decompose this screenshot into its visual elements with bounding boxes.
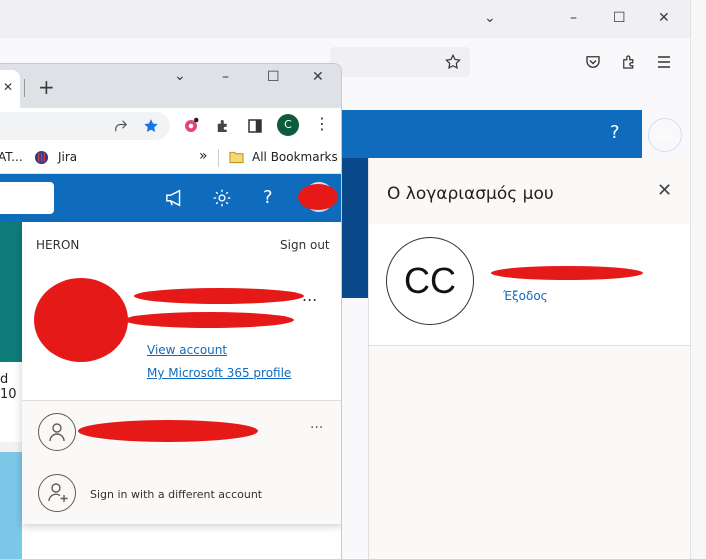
chrome-toolbar: C ⋮ xyxy=(0,108,341,142)
close-button[interactable]: ✕ xyxy=(658,10,670,26)
chrome-window: ✕ + ⌄ – ☐ ✕ C ⋮ AT... Jira » All Bookmar… xyxy=(0,63,342,559)
tab-separator xyxy=(24,79,25,97)
settings-gear-icon[interactable] xyxy=(212,188,232,208)
m365-header-bar: ? xyxy=(0,174,341,222)
new-tab-button[interactable]: + xyxy=(38,75,55,99)
tab-close-icon[interactable]: ✕ xyxy=(3,80,13,94)
extension-icon[interactable] xyxy=(182,117,200,135)
chrome-menu-icon[interactable]: ⋮ xyxy=(314,114,330,133)
chrome-profile-avatar[interactable]: C xyxy=(277,114,299,136)
folder-icon xyxy=(229,151,244,164)
jira-favicon-icon xyxy=(34,150,49,165)
m365-profile-link[interactable]: My Microsoft 365 profile xyxy=(147,366,291,380)
redacted-avatar xyxy=(298,184,338,210)
side-panel-icon[interactable] xyxy=(246,117,264,135)
maximize-button[interactable]: ☐ xyxy=(267,69,280,85)
illustration-tile xyxy=(0,452,22,559)
sign-in-different-account-button[interactable]: Sign in with a different account xyxy=(90,488,262,501)
sign-out-button[interactable]: Sign out xyxy=(280,238,330,252)
account-avatar: CC xyxy=(386,237,474,325)
tab-search-dropdown-icon[interactable]: ⌄ xyxy=(174,68,186,84)
extensions-puzzle-icon[interactable] xyxy=(214,117,232,135)
all-bookmarks-button[interactable]: All Bookmarks xyxy=(252,150,338,164)
menu-icon[interactable] xyxy=(656,54,672,70)
page-background xyxy=(340,158,368,298)
organization-name: HERON xyxy=(36,238,80,252)
teal-tile xyxy=(0,222,22,362)
redacted-avatar xyxy=(34,278,128,362)
other-account-avatar[interactable] xyxy=(38,413,76,451)
tab-list-dropdown-icon[interactable]: ⌄ xyxy=(484,10,496,26)
firefox-titlebar: ⌄ – ☐ ✕ xyxy=(0,0,690,38)
person-add-icon xyxy=(48,483,68,502)
bookmark-item[interactable]: AT... xyxy=(0,150,23,164)
sign-out-link[interactable]: Έξοδος xyxy=(503,289,548,303)
megaphone-icon[interactable] xyxy=(164,188,186,208)
omnibox[interactable] xyxy=(0,112,170,140)
star-filled-icon[interactable] xyxy=(142,117,160,135)
account-avatar-button[interactable]: CC xyxy=(648,118,682,152)
minimize-button[interactable]: – xyxy=(570,10,577,26)
chrome-tab-strip: ✕ + ⌄ – ☐ ✕ xyxy=(0,64,341,108)
firefox-urlbar[interactable] xyxy=(330,47,470,77)
other-account-more-button[interactable]: ··· xyxy=(310,420,323,436)
redacted-name xyxy=(491,266,643,280)
maximize-button[interactable]: ☐ xyxy=(613,10,626,26)
close-button[interactable]: ✕ xyxy=(312,69,324,85)
outlook-header-bar: ? xyxy=(340,110,642,158)
close-panel-button[interactable]: ✕ xyxy=(657,180,672,201)
help-button[interactable]: ? xyxy=(610,122,620,143)
page-content-fragment: d 10 xyxy=(0,222,22,559)
account-avatar-button[interactable] xyxy=(298,182,338,212)
active-tab[interactable]: ✕ xyxy=(0,70,20,108)
view-account-link[interactable]: View account xyxy=(147,343,227,357)
bookmarks-separator xyxy=(218,149,219,167)
minimize-button[interactable]: – xyxy=(222,69,229,85)
redacted-other-account xyxy=(78,420,258,442)
tile-text: d 10 xyxy=(0,372,17,402)
extensions-icon[interactable] xyxy=(620,53,638,71)
search-input[interactable] xyxy=(0,182,54,214)
more-options-button[interactable]: ... xyxy=(302,286,317,305)
my-account-panel: Ο λογαριασμός μου ✕ CC Έξοδος xyxy=(368,158,691,559)
help-button[interactable]: ? xyxy=(263,187,273,208)
bookmark-jira[interactable]: Jira xyxy=(58,150,77,164)
bookmarks-overflow-icon[interactable]: » xyxy=(199,148,208,164)
star-icon[interactable] xyxy=(444,53,462,71)
bookmarks-bar: AT... Jira » All Bookmarks xyxy=(0,142,341,174)
account-card: CC Έξοδος xyxy=(369,224,691,346)
pocket-icon[interactable] xyxy=(584,53,602,71)
panel-title: Ο λογαριασμός μου xyxy=(387,184,554,204)
window-edge xyxy=(690,0,706,559)
person-icon xyxy=(49,423,65,442)
redacted-name xyxy=(134,288,304,304)
redacted-email xyxy=(124,312,294,328)
add-account-avatar[interactable] xyxy=(38,474,76,512)
share-icon[interactable] xyxy=(112,117,130,135)
account-manager-popup: HERON Sign out ... View account My Micro… xyxy=(22,222,341,524)
